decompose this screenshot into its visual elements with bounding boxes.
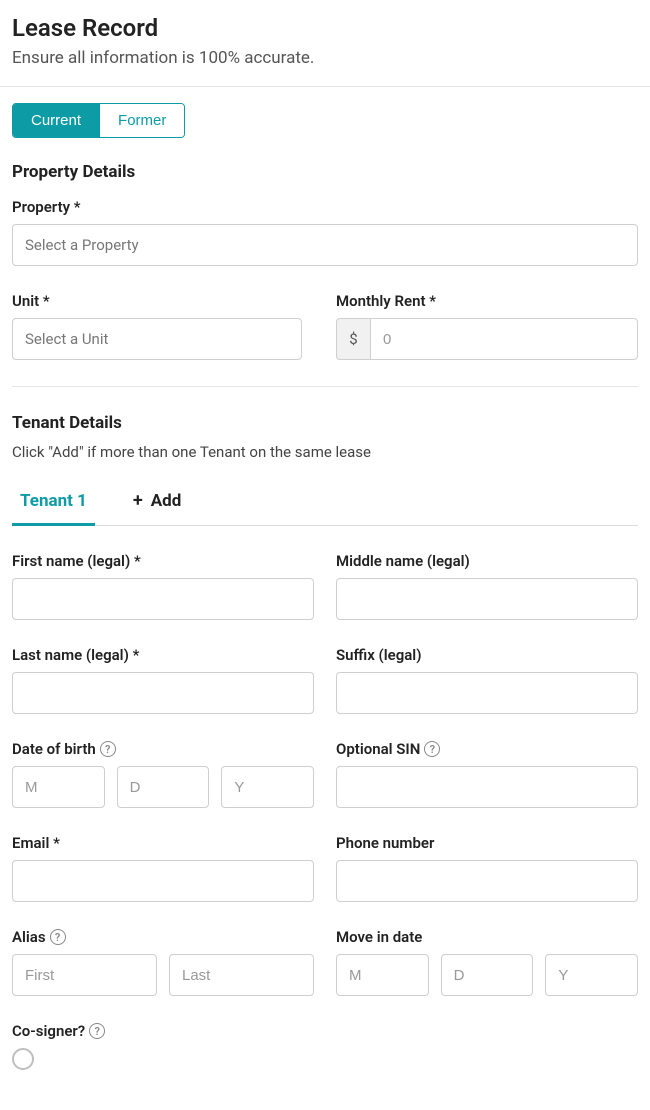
movein-day-input[interactable]	[441, 954, 534, 996]
property-section-title: Property Details	[12, 162, 638, 182]
property-select[interactable]: Select a Property	[12, 224, 638, 266]
tenant-tabs: Tenant 1 + Add	[12, 481, 638, 526]
movein-year-input[interactable]	[545, 954, 638, 996]
alias-last-input[interactable]	[169, 954, 314, 996]
rent-input[interactable]	[370, 318, 638, 360]
dob-month-input[interactable]	[12, 766, 105, 808]
movein-label: Move in date	[336, 928, 638, 946]
unit-label: Unit *	[12, 292, 314, 310]
help-icon[interactable]: ?	[100, 741, 116, 757]
page-subtitle: Ensure all information is 100% accurate.	[12, 48, 638, 68]
email-input[interactable]	[12, 860, 314, 902]
last-name-input[interactable]	[12, 672, 314, 714]
tab-current[interactable]: Current	[13, 104, 99, 137]
tab-tenant-1[interactable]: Tenant 1	[12, 481, 95, 526]
suffix-input[interactable]	[336, 672, 638, 714]
form-content: Current Former Property Details Property…	[0, 87, 650, 1110]
alias-label: Alias ?	[12, 928, 314, 946]
sin-input[interactable]	[336, 766, 638, 808]
sin-label: Optional SIN ?	[336, 740, 638, 758]
phone-label: Phone number	[336, 834, 638, 852]
tab-tenant-1-label: Tenant 1	[20, 491, 87, 511]
help-icon[interactable]: ?	[424, 741, 440, 757]
cosigner-radio[interactable]	[12, 1048, 34, 1070]
rent-label: Monthly Rent *	[336, 292, 638, 310]
tenant-section-subtitle: Click "Add" if more than one Tenant on t…	[12, 443, 638, 461]
movein-month-input[interactable]	[336, 954, 429, 996]
plus-icon: +	[133, 492, 143, 510]
dob-label: Date of birth ?	[12, 740, 314, 758]
first-name-input[interactable]	[12, 578, 314, 620]
dob-day-input[interactable]	[117, 766, 210, 808]
rent-currency-prefix: $	[336, 318, 370, 360]
page-header: Lease Record Ensure all information is 1…	[0, 0, 650, 86]
help-icon[interactable]: ?	[50, 929, 66, 945]
last-name-label: Last name (legal) *	[12, 646, 314, 664]
tab-add-label: Add	[151, 491, 182, 511]
record-type-toggle: Current Former	[12, 103, 185, 138]
tenant-section-title: Tenant Details	[12, 413, 638, 433]
suffix-label: Suffix (legal)	[336, 646, 638, 664]
page-title: Lease Record	[12, 14, 638, 42]
cosigner-label: Co-signer? ?	[12, 1022, 638, 1040]
phone-input[interactable]	[336, 860, 638, 902]
first-name-label: First name (legal) *	[12, 552, 314, 570]
alias-first-input[interactable]	[12, 954, 157, 996]
tab-add-tenant[interactable]: + Add	[125, 481, 189, 526]
middle-name-input[interactable]	[336, 578, 638, 620]
tab-former[interactable]: Former	[99, 104, 184, 137]
unit-select-placeholder: Select a Unit	[25, 330, 108, 348]
property-select-placeholder: Select a Property	[25, 236, 139, 254]
email-label: Email *	[12, 834, 314, 852]
divider	[12, 386, 638, 387]
unit-select[interactable]: Select a Unit	[12, 318, 302, 360]
property-label: Property *	[12, 198, 638, 216]
dob-year-input[interactable]	[221, 766, 314, 808]
middle-name-label: Middle name (legal)	[336, 552, 638, 570]
help-icon[interactable]: ?	[89, 1023, 105, 1039]
